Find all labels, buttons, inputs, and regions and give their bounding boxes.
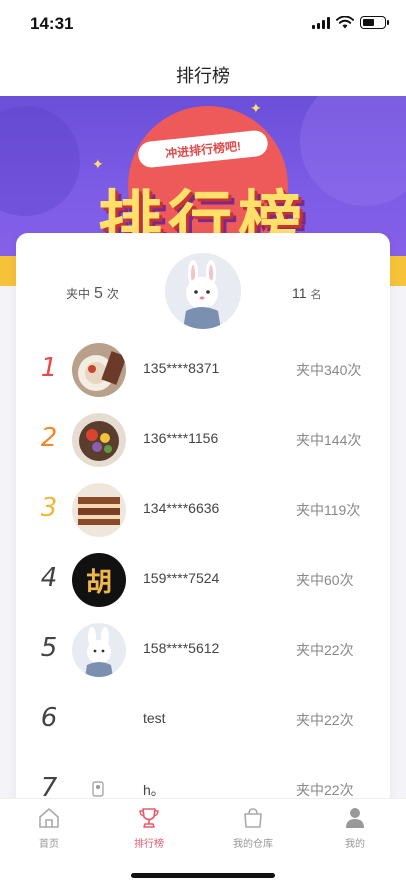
- bunny-avatar-icon: [72, 623, 126, 677]
- my-avatar[interactable]: [165, 253, 241, 329]
- ranking-row[interactable]: 2 136****1156 夹中144次: [16, 405, 390, 475]
- user-avatar: [72, 623, 126, 677]
- status-bar: 14:31: [0, 0, 406, 50]
- my-hits-label: 夹中: [66, 287, 91, 301]
- hit-count: 夹中22次: [296, 642, 354, 658]
- tab-home[interactable]: 首页: [14, 805, 84, 850]
- user-name: 134****6636: [143, 500, 220, 516]
- my-rank-summary: 夹中 5 次 11 名: [16, 233, 390, 343]
- sparkle-icon: ✦: [250, 100, 262, 116]
- user-avatar: [72, 483, 126, 537]
- user-name: 158****5612: [143, 640, 220, 656]
- my-rank-unit: 名: [310, 289, 322, 301]
- avatar-character: 胡: [85, 566, 112, 597]
- tab-ranking[interactable]: 排行榜: [114, 805, 184, 850]
- ranking-row[interactable]: 3 134****6636 夹中119次: [16, 475, 390, 545]
- my-rank-value: 11: [292, 285, 307, 301]
- bag-icon: [244, 808, 262, 828]
- ranking-row[interactable]: 4 胡 159****7524 夹中60次: [16, 545, 390, 615]
- tab-home-label: 首页: [39, 839, 59, 850]
- ranking-row[interactable]: 6 test 夹中22次: [16, 685, 390, 755]
- hit-count: 夹中22次: [296, 782, 354, 798]
- hit-count: 夹中144次: [296, 432, 362, 448]
- user-avatar: [72, 413, 126, 467]
- ranking-row[interactable]: 1 135****8371 夹中340次: [16, 335, 390, 405]
- status-icons: [312, 16, 389, 29]
- home-indicator: [131, 873, 275, 878]
- hit-count: 夹中119次: [296, 502, 361, 518]
- hit-count: 夹中60次: [296, 572, 354, 588]
- tab-warehouse[interactable]: 我的仓库: [218, 805, 288, 850]
- tab-profile-label: 我的: [345, 839, 365, 850]
- bunny-avatar-icon: [165, 253, 241, 329]
- user-name: 159****7524: [143, 570, 220, 586]
- user-name: 136****1156: [143, 430, 219, 446]
- rank-number: 2: [40, 423, 58, 453]
- user-name: 135****8371: [143, 360, 220, 376]
- tab-ranking-label: 排行榜: [134, 839, 164, 850]
- rank-number: 5: [40, 633, 58, 663]
- nav-bar: 排行榜: [0, 50, 406, 96]
- hit-count: 夹中22次: [296, 712, 354, 728]
- rank-number: 1: [40, 353, 58, 383]
- trophy-icon: [139, 808, 159, 828]
- user-avatar: [72, 343, 126, 397]
- small-avatar-icon: [92, 781, 104, 797]
- rank-number: 3: [40, 493, 58, 523]
- my-hits-value: 5: [94, 285, 103, 302]
- user-icon: [346, 808, 364, 828]
- rank-number: 6: [40, 703, 58, 733]
- my-hits: 夹中 5 次: [66, 285, 119, 303]
- wifi-icon: [336, 16, 354, 29]
- tab-profile[interactable]: 我的: [320, 805, 390, 850]
- my-hits-unit: 次: [106, 287, 119, 301]
- user-name: test: [143, 710, 166, 726]
- user-avatar: 胡: [72, 553, 126, 607]
- user-name: h。: [143, 782, 165, 798]
- tab-warehouse-label: 我的仓库: [233, 839, 273, 850]
- my-rank: 11 名: [292, 285, 322, 302]
- status-time: 14:31: [30, 14, 74, 33]
- ranking-card: 夹中 5 次 11 名 1 135****8371 夹中340次 2 136**…: [16, 233, 390, 833]
- rank-number: 4: [40, 563, 58, 593]
- ranking-row[interactable]: 5 158****5612 夹中22次: [16, 615, 390, 685]
- signal-icon: [312, 16, 330, 29]
- hit-count: 夹中340次: [296, 362, 362, 378]
- home-icon: [39, 808, 59, 828]
- page-title: 排行榜: [176, 66, 230, 86]
- food-plate-avatar-icon: [72, 343, 126, 397]
- cake-avatar-icon: [72, 483, 126, 537]
- battery-icon: [360, 16, 389, 29]
- flower-dish-avatar-icon: [72, 413, 126, 467]
